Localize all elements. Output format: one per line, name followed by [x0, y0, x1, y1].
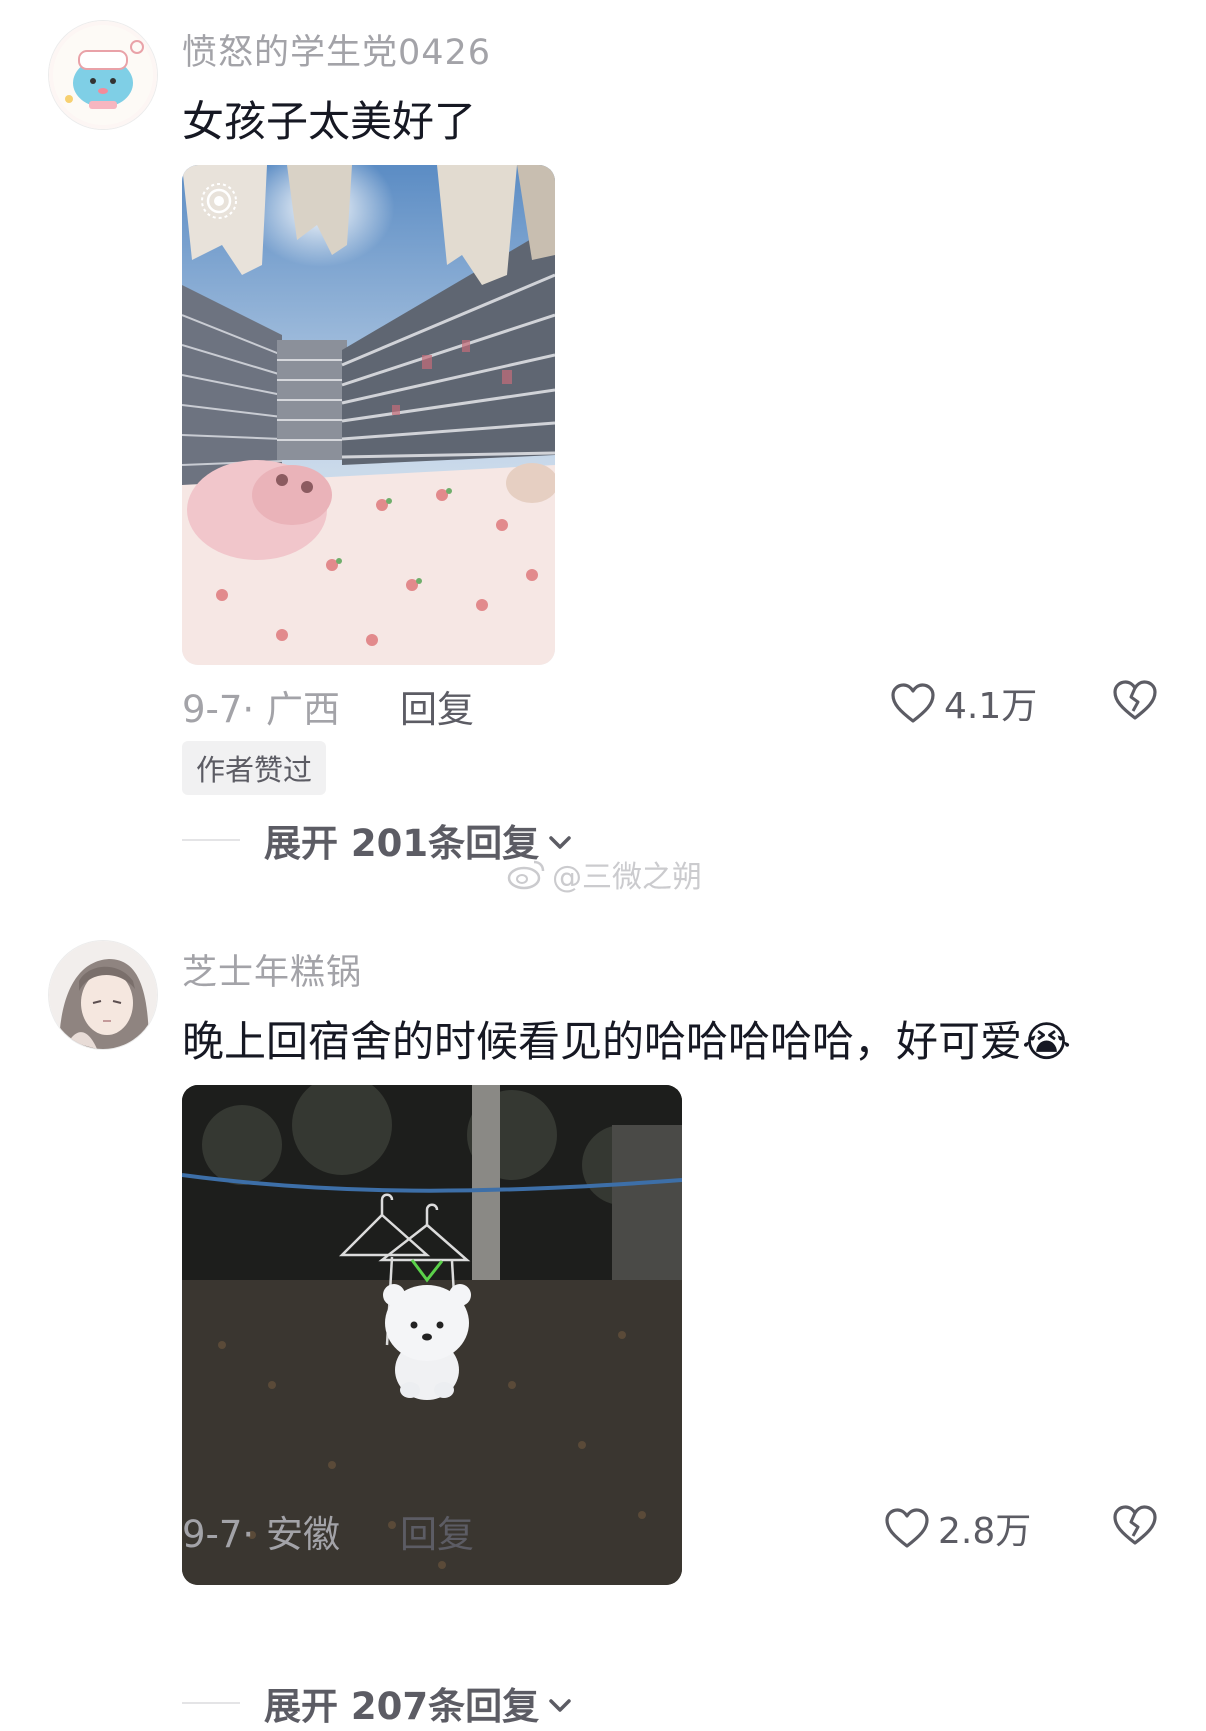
date-location: 9-7· 安徽 — [182, 1513, 340, 1556]
like-count: 2.8万 — [938, 1511, 1032, 1552]
chevron-down-icon — [549, 836, 571, 849]
watermark-text: @三微之朔 — [552, 860, 702, 895]
heart-icon — [885, 1508, 929, 1548]
weibo-icon — [507, 860, 545, 890]
crying-emoji: 😭 — [1022, 1017, 1072, 1066]
divider — [182, 1702, 240, 1704]
author-liked-badge: 作者赞过 — [182, 741, 327, 795]
like-button[interactable]: 4.1万 — [890, 675, 1037, 731]
avatar[interactable] — [48, 20, 158, 130]
comment-text-body: 晚上回宿舍的时候看见的哈哈哈哈哈，好可爱 — [182, 1017, 1023, 1066]
date-location: 9-7· 广西 — [182, 688, 340, 731]
watermark: @三微之朔 — [506, 852, 702, 896]
expand-replies-label: 展开 207条回复 — [264, 1685, 540, 1728]
reply-button[interactable]: 回复 — [400, 1504, 474, 1558]
avatar[interactable] — [48, 940, 158, 1050]
comment-meta: 9-7· 安徽 回复 2.8万 — [182, 1500, 1172, 1556]
broken-heart-icon — [1113, 1505, 1157, 1545]
comment-text: 女孩子太美好了 — [182, 97, 477, 146]
chevron-down-icon — [549, 1699, 571, 1712]
comment-meta: 9-7· 广西 回复 4.1万 — [182, 675, 1172, 731]
broken-heart-icon — [1113, 680, 1157, 720]
expand-replies-label: 展开 201条回复 — [264, 822, 540, 865]
like-count: 4.1万 — [944, 686, 1038, 727]
divider — [182, 839, 240, 841]
expand-replies[interactable]: 展开 207条回复 — [182, 1675, 573, 1731]
username[interactable]: 愤怒的学生党0426 — [182, 24, 491, 75]
username[interactable]: 芝士年糕锅 — [182, 944, 362, 995]
reply-button[interactable]: 回复 — [400, 679, 474, 733]
comment-photo[interactable] — [182, 165, 555, 665]
like-button[interactable]: 2.8万 — [884, 1500, 1031, 1556]
dislike-button[interactable] — [1112, 679, 1158, 725]
heart-icon — [891, 683, 935, 723]
comment-text: 晚上回宿舍的时候看见的哈哈哈哈哈，好可爱😭 — [182, 1008, 1071, 1069]
dislike-button[interactable] — [1112, 1504, 1158, 1550]
